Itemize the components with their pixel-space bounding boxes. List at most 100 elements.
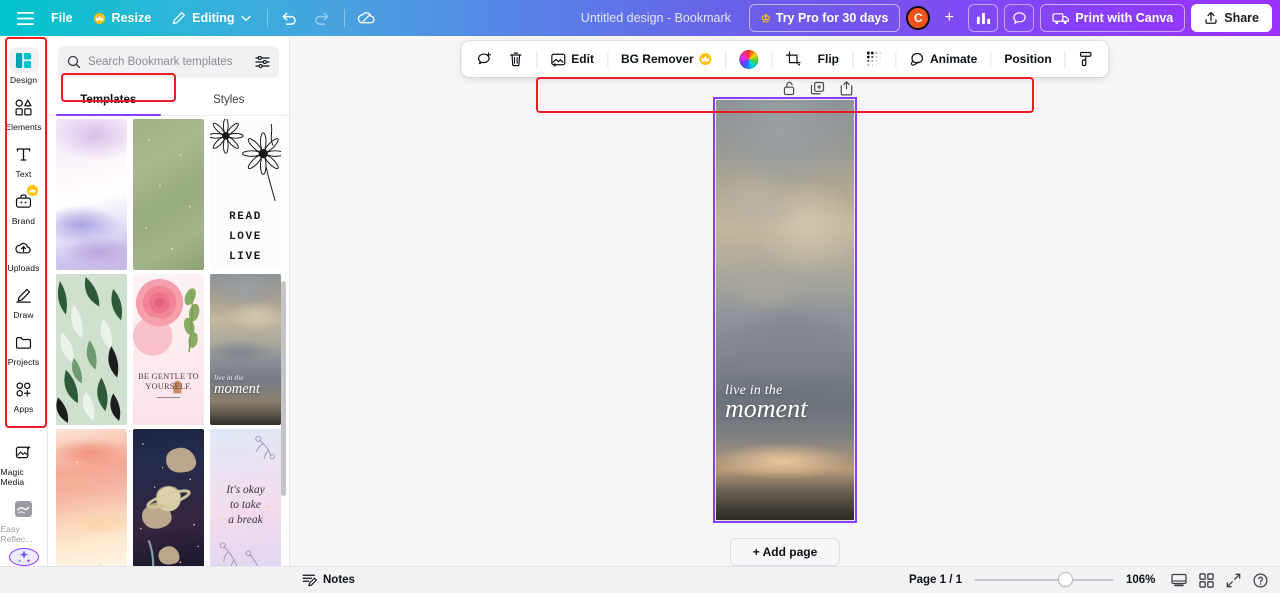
bottombar-right-group: Page 1 / 1 106% [909, 572, 1268, 588]
paint-roller-icon [1079, 51, 1094, 67]
sidebar-item-easy-reflections[interactable]: Easy Reflec... [1, 491, 47, 548]
file-menu-button[interactable]: File [42, 4, 82, 32]
search-area [48, 36, 289, 78]
apps-grid-icon [9, 376, 39, 402]
undo-icon[interactable] [275, 3, 305, 33]
zoom-value: 106% [1126, 574, 1156, 586]
add-page-button[interactable]: + Add page [729, 538, 841, 566]
sidebar-item-draw[interactable]: Draw [1, 277, 47, 324]
flip-button[interactable]: Flip [811, 46, 846, 73]
sidebar-item-label: Text [15, 169, 32, 179]
editing-mode-button[interactable]: Editing [162, 4, 259, 32]
templates-panel: Templates Styles [48, 36, 290, 566]
pencil-icon [171, 11, 186, 26]
sidebar-item-brand[interactable]: Brand [1, 183, 47, 230]
template-thumb-clouds-live-in-the-moment[interactable]: live in the moment [210, 274, 281, 425]
position-button[interactable]: Position [997, 46, 1058, 73]
toolbar-sep-2 [606, 50, 608, 68]
cloud-sync-icon[interactable] [352, 3, 382, 33]
insights-bar-chart-icon[interactable] [968, 4, 999, 32]
redo-icon[interactable] [307, 3, 337, 33]
unlock-icon[interactable] [782, 81, 796, 96]
topbar-divider-1 [266, 9, 268, 27]
sidebar-item-design[interactable]: Design [1, 42, 47, 89]
sidebar-item-label: Magic Media [0, 467, 25, 487]
comment-bubble-icon[interactable] [1004, 4, 1035, 32]
hamburger-icon[interactable] [10, 3, 40, 33]
help-question-icon[interactable] [1253, 573, 1268, 588]
bottom-status-bar: Notes Page 1 / 1 106% [0, 566, 1280, 593]
duplicate-page-icon[interactable] [810, 81, 825, 96]
animate-button[interactable]: Animate [902, 46, 984, 73]
sidebar-item-label: Easy Reflec... [0, 524, 33, 544]
template-thumb-pink-rose-be-gentle[interactable]: BE GENTLE TO YOURSELF. [133, 274, 204, 425]
panel-scrollbar[interactable] [281, 281, 286, 496]
share-button[interactable]: Share [1191, 4, 1272, 32]
tab-styles[interactable]: Styles [169, 85, 290, 116]
file-label: File [51, 11, 73, 25]
zoom-slider[interactable] [974, 573, 1114, 587]
animate-icon [909, 52, 925, 67]
page-view-icon[interactable] [1171, 573, 1187, 587]
search-input[interactable] [88, 56, 248, 68]
top-app-bar: File Resize Editing Untitled design - Bo… [0, 0, 1280, 36]
more-options-button[interactable] [1072, 46, 1101, 73]
template-thumb-green-ferns[interactable] [56, 274, 127, 425]
zoom-slider-knob[interactable] [1059, 573, 1073, 586]
design-page[interactable]: live in the moment [716, 100, 854, 520]
sidebar-item-label: Elements [5, 122, 42, 132]
grid-thumbnails-icon[interactable] [1199, 572, 1214, 588]
page-wrapper: live in the moment [713, 97, 857, 523]
text-t-icon [9, 141, 39, 167]
add-page-icon[interactable] [839, 81, 854, 96]
resize-button[interactable]: Resize [84, 4, 161, 32]
color-wheel-icon [739, 49, 759, 69]
design-quote[interactable]: live in the moment [725, 383, 807, 422]
try-pro-label: Try Pro for 30 days [775, 11, 889, 25]
try-pro-button[interactable]: ♔ Try Pro for 30 days [748, 4, 901, 32]
tab-templates[interactable]: Templates [48, 85, 169, 116]
topbar-left-group: File Resize Editing [10, 3, 382, 33]
bg-remover-button[interactable]: BG Remover [614, 46, 720, 73]
template-thumb-space-saturn[interactable] [133, 429, 204, 566]
print-with-canva-button[interactable]: Print with Canva [1040, 4, 1186, 32]
template-thumb-green-speckled[interactable] [133, 119, 204, 270]
template-thumb-peach-watercolor[interactable] [56, 429, 127, 566]
comment-add-button[interactable] [469, 46, 499, 73]
crown-icon [699, 53, 713, 65]
fullscreen-expand-icon[interactable] [1226, 573, 1241, 588]
edit-image-button[interactable]: Edit [543, 46, 601, 73]
sidebar-item-apps[interactable]: Apps [1, 371, 47, 418]
sidebar-item-elements[interactable]: Elements [1, 89, 47, 136]
color-button[interactable] [733, 46, 766, 73]
sidebar-item-label: Uploads [7, 263, 40, 273]
template-thumb-daisy-read-love-live[interactable]: READ LOVE LIVE [210, 119, 281, 270]
search-box[interactable] [58, 46, 279, 78]
notes-button[interactable]: Notes [296, 570, 361, 590]
crop-button[interactable] [779, 46, 809, 73]
template-thumb-purple-watercolor[interactable] [56, 119, 127, 270]
print-truck-icon [1052, 11, 1070, 25]
transparency-button[interactable] [859, 46, 889, 73]
toolbar-sep-8 [1064, 50, 1066, 68]
animate-label: Animate [930, 52, 978, 66]
share-upload-icon [1204, 11, 1218, 25]
add-collaborator-button[interactable]: + [936, 5, 962, 31]
template-thumb-its-okay-to-take-a-break[interactable]: It's okay to take a break [210, 429, 281, 566]
avatar[interactable]: C [906, 6, 931, 30]
sidebar-item-magic-media[interactable]: Magic Media [1, 434, 47, 491]
document-title[interactable]: Untitled design - Bookmark [569, 11, 743, 25]
sidebar-item-text[interactable]: Text [1, 136, 47, 183]
panel-tabs: Templates Styles [48, 85, 289, 116]
edit-label: Edit [571, 52, 594, 66]
magic-sparkle-icon[interactable] [8, 548, 39, 566]
sidebar-item-projects[interactable]: Projects [1, 324, 47, 371]
filter-sliders-icon[interactable] [255, 55, 270, 69]
print-label: Print with Canva [1075, 11, 1174, 25]
editing-label: Editing [192, 11, 235, 25]
uploads-cloud-icon [9, 235, 39, 261]
delete-button[interactable] [501, 46, 530, 73]
sidebar-item-uploads[interactable]: Uploads [1, 230, 47, 277]
page-tools [716, 81, 854, 96]
sidebar-item-label: Draw [13, 310, 34, 320]
